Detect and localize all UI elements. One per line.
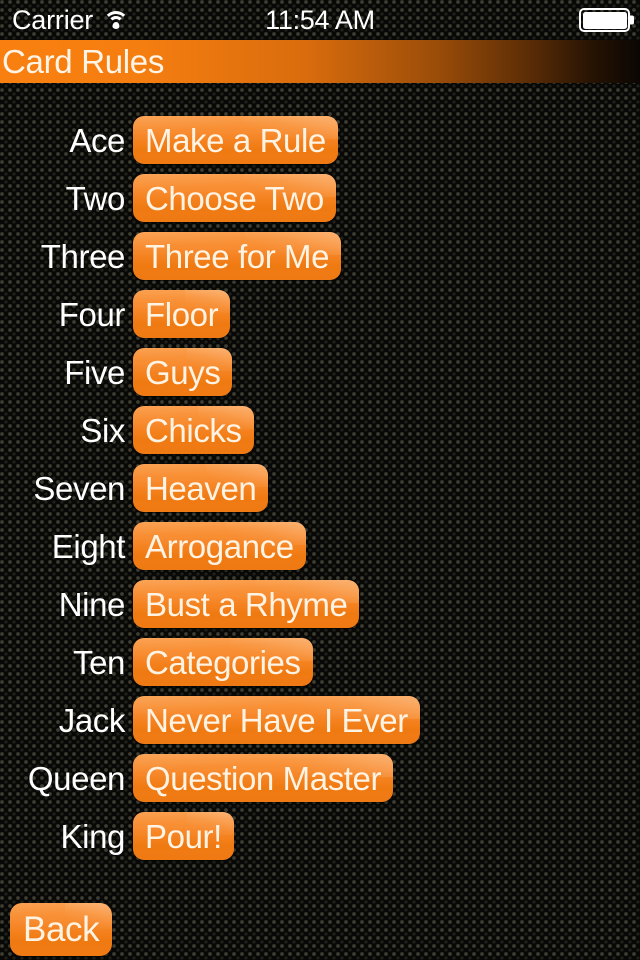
rule-row: King Pour!: [0, 812, 640, 860]
page-title: Card Rules: [2, 43, 165, 80]
card-rank-label: Four: [58, 295, 126, 333]
back-button[interactable]: Back: [10, 903, 113, 956]
rule-button[interactable]: Pour!: [133, 812, 234, 860]
rule-row: Two Choose Two: [0, 174, 640, 222]
rule-button[interactable]: Categories: [133, 638, 313, 686]
rule-button[interactable]: Guys: [133, 348, 233, 396]
navigation-bar: Card Rules: [0, 40, 640, 83]
status-bar-clock: 11:54 AM: [265, 4, 375, 35]
rule-button[interactable]: Arrogance: [133, 522, 306, 570]
battery-group: [579, 0, 630, 40]
rule-button[interactable]: Question Master: [133, 754, 394, 802]
rule-button-label: Guys: [145, 353, 221, 391]
rule-button-label: Choose Two: [145, 179, 324, 217]
card-rules-list: Ace Make a Rule Two Choose Two Three Three fo…: [0, 116, 640, 870]
app-screen: Carrier 11:54 AM Card Rules Ace Make a Ru…: [0, 0, 640, 960]
rule-button[interactable]: Floor: [133, 290, 231, 338]
card-rank-label: King: [60, 817, 126, 855]
card-rank-label: Six: [80, 411, 125, 449]
rule-button-label: Never Have I Ever: [145, 701, 408, 739]
rule-row: Three Three for Me: [0, 232, 640, 280]
status-bar: Carrier 11:54 AM: [0, 0, 640, 40]
battery-fill: [582, 11, 627, 29]
rule-row: Eight Arrogance: [0, 522, 640, 570]
back-button-label: Back: [23, 910, 100, 949]
rule-button-label: Floor: [145, 295, 219, 333]
rule-row: Jack Never Have I Ever: [0, 696, 640, 744]
card-rank-label: Nine: [58, 585, 126, 623]
rule-button-label: Heaven: [145, 469, 257, 507]
rule-row: Ten Categories: [0, 638, 640, 686]
rule-row: Ace Make a Rule: [0, 116, 640, 164]
rule-button-label: Arrogance: [145, 527, 294, 565]
rule-button[interactable]: Make a Rule: [133, 116, 338, 164]
card-rank-label: Five: [64, 353, 125, 391]
card-rank-label: Ace: [69, 121, 125, 159]
rule-button[interactable]: Bust a Rhyme: [133, 580, 360, 628]
card-rank-label: Two: [65, 179, 126, 217]
card-rank-label: Ten: [72, 643, 125, 681]
rule-button[interactable]: Never Have I Ever: [133, 696, 420, 744]
rule-button[interactable]: Three for Me: [133, 232, 342, 280]
card-rank-label: Queen: [27, 759, 125, 797]
rule-button-label: Three for Me: [145, 237, 330, 275]
rule-button[interactable]: Chicks: [133, 406, 254, 454]
card-rank-label: Eight: [51, 527, 126, 565]
rule-button[interactable]: Choose Two: [133, 174, 336, 222]
rule-button-label: Make a Rule: [145, 121, 326, 159]
rule-button-label: Bust a Rhyme: [145, 585, 348, 623]
rule-row: Nine Bust a Rhyme: [0, 580, 640, 628]
rule-row: Four Floor: [0, 290, 640, 338]
card-rank-label: Three: [40, 237, 126, 275]
rule-button-label: Categories: [145, 643, 301, 681]
rule-row: Six Chicks: [0, 406, 640, 454]
rule-button-label: Chicks: [145, 411, 242, 449]
card-rank-label: Jack: [58, 701, 126, 739]
rule-row: Seven Heaven: [0, 464, 640, 512]
rule-row: Five Guys: [0, 348, 640, 396]
rule-button-label: Question Master: [145, 759, 382, 797]
rule-button[interactable]: Heaven: [133, 464, 269, 512]
battery-full-icon: [579, 8, 630, 32]
rule-button-label: Pour!: [145, 817, 222, 855]
rule-row: Queen Question Master: [0, 754, 640, 802]
card-rank-label: Seven: [33, 469, 125, 507]
